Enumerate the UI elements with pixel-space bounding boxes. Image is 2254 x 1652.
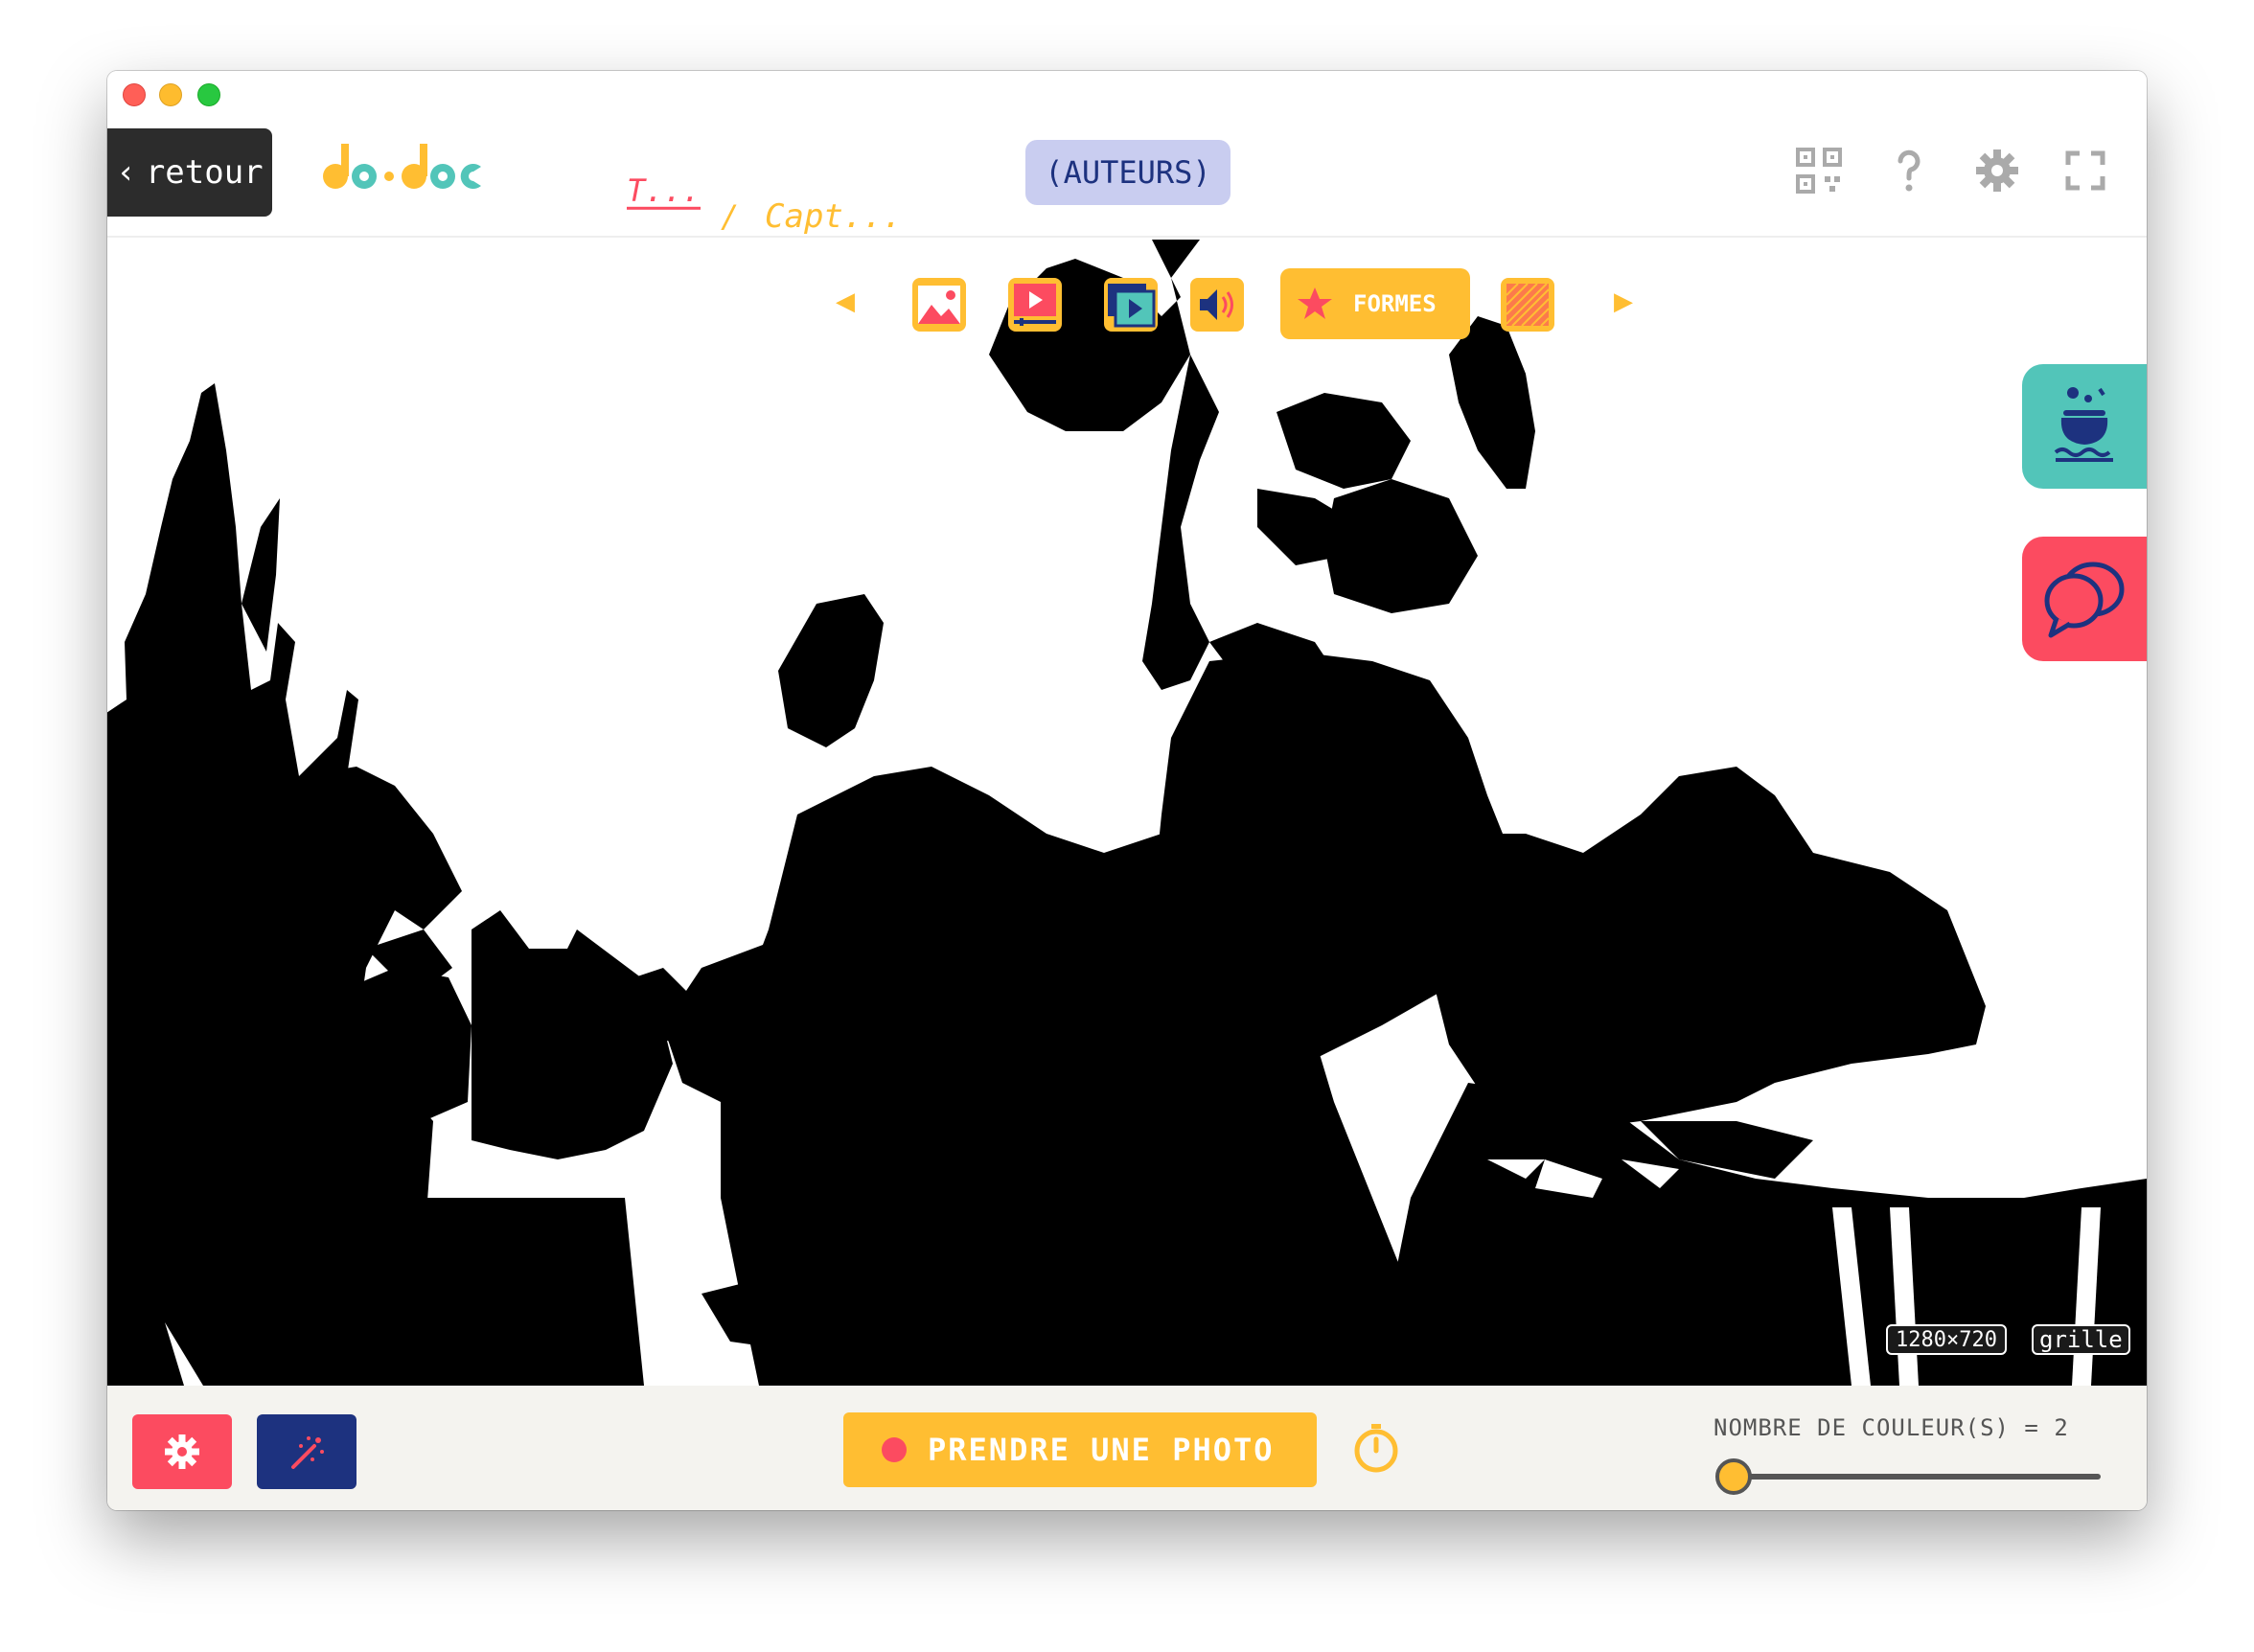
bottom-bar: PRENDRE UNE PHOTO NOMBRE DE COULEUR(S) =…	[107, 1386, 2147, 1510]
close-window-button[interactable]	[123, 83, 146, 106]
colors-count-label: NOMBRE DE COULEUR(S) = 2	[1714, 1414, 2069, 1441]
app-window: ‹ retour T... / Capt... (AUTEURS) ◀ FORM…	[107, 71, 2147, 1510]
authors-button[interactable]: (AUTEURS)	[1025, 140, 1230, 205]
magic-wand-icon	[291, 1436, 324, 1469]
chat-panel-tab[interactable]	[2022, 537, 2147, 661]
formes-mode-button[interactable]: FORMES	[1280, 268, 1470, 339]
cauldron-panel-tab[interactable]	[2022, 364, 2147, 489]
dodoc-logo[interactable]	[320, 138, 483, 197]
chevron-left-icon: ‹	[116, 153, 136, 192]
chat-icon	[2044, 562, 2125, 638]
gear-icon	[165, 1434, 199, 1469]
back-label: retour	[145, 153, 264, 192]
breadcrumb-project[interactable]: T...	[627, 174, 702, 210]
fullscreen-icon[interactable]	[2058, 144, 2112, 197]
breadcrumb-separator: /	[721, 198, 740, 236]
take-photo-button[interactable]: PRENDRE UNE PHOTO	[843, 1412, 1317, 1487]
qr-code-icon[interactable]	[1792, 144, 1846, 197]
help-icon[interactable]	[1882, 144, 1936, 197]
next-mode-arrow[interactable]: ▶	[1614, 287, 1633, 316]
timer-icon[interactable]	[1349, 1422, 1403, 1476]
audio-mode-icon[interactable]	[1188, 276, 1246, 333]
breadcrumb-capture[interactable]: Capt...	[765, 197, 902, 236]
top-bar: ‹ retour T... / Capt... (AUTEURS)	[107, 121, 2147, 238]
back-button[interactable]: ‹ retour	[107, 128, 272, 217]
two-color-camera-feed	[107, 240, 2147, 1386]
video-mode-icon[interactable]	[1006, 276, 1064, 333]
record-dot-icon	[882, 1437, 907, 1462]
colors-slider-thumb[interactable]	[1715, 1458, 1752, 1495]
star-icon	[1298, 287, 1332, 319]
grid-toggle[interactable]: grille	[2032, 1324, 2130, 1355]
formes-label: FORMES	[1353, 290, 1437, 317]
cauldron-icon	[2054, 387, 2113, 462]
minimize-window-button[interactable]	[159, 83, 182, 106]
previous-mode-arrow[interactable]: ◀	[836, 287, 855, 316]
colors-slider-track[interactable]	[1719, 1474, 2101, 1480]
colors-slider[interactable]	[1715, 1458, 2101, 1497]
camera-preview: ◀ FORMES ▶ 1280×720 grille	[107, 240, 2147, 1386]
take-photo-label: PRENDRE UNE PHOTO	[928, 1432, 1275, 1468]
title-bar	[107, 71, 2147, 121]
gear-icon[interactable]	[1970, 144, 2024, 197]
vector-mode-icon[interactable]	[1499, 276, 1556, 333]
stop-motion-mode-icon[interactable]	[1102, 276, 1160, 333]
photo-mode-icon[interactable]	[910, 276, 968, 333]
maximize-window-button[interactable]	[197, 83, 220, 106]
capture-mode-bar: ◀ FORMES ▶	[721, 268, 1660, 341]
resolution-badge[interactable]: 1280×720	[1886, 1324, 2007, 1355]
effects-button[interactable]	[257, 1414, 356, 1489]
capture-settings-button[interactable]	[132, 1414, 232, 1489]
